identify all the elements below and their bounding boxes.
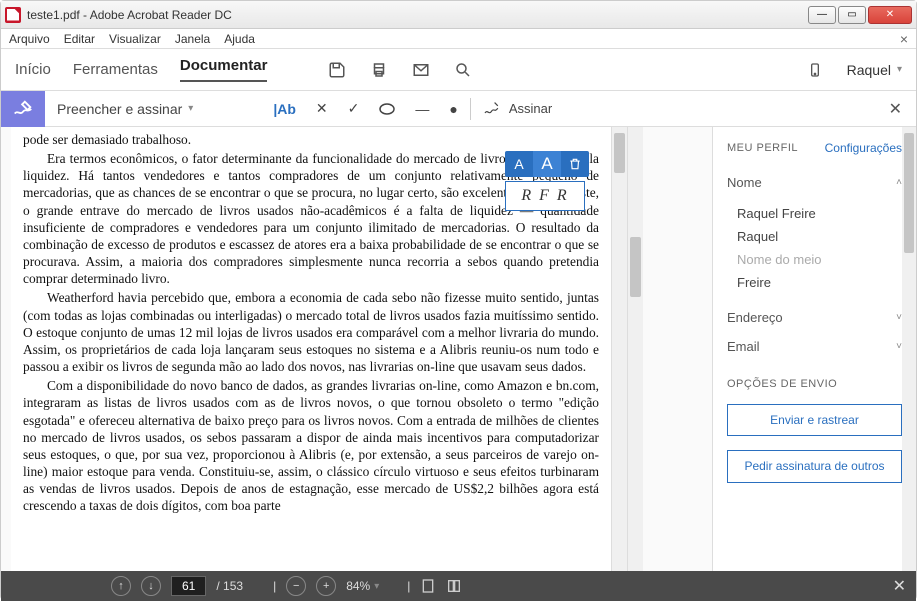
chevron-down-icon: ▾ xyxy=(188,103,193,114)
scrollbar-thumb[interactable] xyxy=(630,237,641,297)
inner-scrollbar[interactable] xyxy=(611,127,627,571)
bottom-bar: ↑ ↓ 61 / 153 | − + 84%▾ | ✕ xyxy=(1,571,916,601)
close-button[interactable]: ✕ xyxy=(868,6,912,24)
send-track-button[interactable]: Enviar e rastrear xyxy=(727,404,902,436)
app-icon xyxy=(5,7,21,23)
send-options-heading: OPÇÕES DE ENVIO xyxy=(727,378,902,390)
signature-annotation[interactable]: R F R xyxy=(505,181,585,211)
separator: | xyxy=(273,579,276,593)
sign-button[interactable]: Assinar xyxy=(483,101,552,117)
sidebar-scrollbar[interactable] xyxy=(902,127,916,571)
page-total: / 153 xyxy=(216,579,243,593)
menu-visualizar[interactable]: Visualizar xyxy=(109,32,161,46)
annotation-size-toolbar: A A xyxy=(505,151,589,177)
scrollbar-thumb[interactable] xyxy=(614,133,625,173)
page-down-button[interactable]: ↓ xyxy=(141,576,161,596)
doc-paragraph: Com a disponibilidade do novo banco de d… xyxy=(23,377,599,514)
separator: | xyxy=(407,579,410,593)
save-icon[interactable] xyxy=(327,60,347,80)
menubar-close-icon[interactable]: × xyxy=(900,31,908,47)
mail-icon[interactable] xyxy=(411,60,431,80)
scrollbar-thumb[interactable] xyxy=(904,133,914,253)
name-last[interactable]: Freire xyxy=(737,275,902,290)
dot-tool[interactable]: ● xyxy=(449,101,457,117)
doc-paragraph: Weatherford havia percebido que, embora … xyxy=(23,289,599,375)
separator xyxy=(470,98,471,120)
nav-inicio[interactable]: Início xyxy=(15,61,51,78)
menu-editar[interactable]: Editar xyxy=(64,32,95,46)
fit-width-icon[interactable] xyxy=(446,578,462,594)
chevron-down-icon: ▾ xyxy=(897,64,902,75)
name-full[interactable]: Raquel Freire xyxy=(737,206,902,221)
menu-janela[interactable]: Janela xyxy=(175,32,210,46)
close-toolbar-icon[interactable]: ✕ xyxy=(889,99,902,119)
name-section[interactable]: Nome ˄ xyxy=(727,171,902,194)
text-size-large[interactable]: A xyxy=(533,151,561,177)
text-size-small[interactable]: A xyxy=(505,151,533,177)
fill-sign-toolbar: Preencher e assinar▾ |Ab ✕ ✓ — ● Assinar… xyxy=(1,91,916,127)
config-link[interactable]: Configurações xyxy=(825,141,902,155)
nav-ferramentas[interactable]: Ferramentas xyxy=(73,61,158,78)
address-section[interactable]: Endereço ˅ xyxy=(727,306,902,329)
window-title: teste1.pdf - Adobe Acrobat Reader DC xyxy=(27,8,808,22)
close-bottombar-icon[interactable]: ✕ xyxy=(893,576,906,596)
zoom-in-button[interactable]: + xyxy=(316,576,336,596)
user-name: Raquel xyxy=(847,62,891,78)
zoom-out-button[interactable]: − xyxy=(286,576,306,596)
email-section[interactable]: Email ˅ xyxy=(727,335,902,358)
menubar: Arquivo Editar Visualizar Janela Ajuda × xyxy=(1,29,916,49)
check-tool[interactable]: ✓ xyxy=(348,100,360,117)
fill-sign-dropdown[interactable]: Preencher e assinar▾ xyxy=(57,101,193,117)
request-signature-button[interactable]: Pedir assinatura de outros xyxy=(727,450,902,482)
fit-page-icon[interactable] xyxy=(420,578,436,594)
profile-heading: MEU PERFIL xyxy=(727,142,798,154)
user-menu[interactable]: Raquel ▾ xyxy=(847,62,902,78)
page-up-button[interactable]: ↑ xyxy=(111,576,131,596)
name-middle[interactable]: Nome do meio xyxy=(737,252,902,267)
search-icon[interactable] xyxy=(453,60,473,80)
outer-scrollbar[interactable] xyxy=(627,127,643,571)
topbar: Início Ferramentas Documentar Raquel ▾ xyxy=(1,49,916,91)
titlebar: teste1.pdf - Adobe Acrobat Reader DC ― ▭… xyxy=(1,1,916,29)
menu-ajuda[interactable]: Ajuda xyxy=(224,32,255,46)
delete-annotation-icon[interactable] xyxy=(561,151,589,177)
line-tool[interactable]: — xyxy=(415,101,429,117)
nav-documentar[interactable]: Documentar xyxy=(180,57,268,82)
fill-sign-icon[interactable] xyxy=(1,91,45,127)
zoom-dropdown[interactable]: 84%▾ xyxy=(346,579,379,593)
print-icon[interactable] xyxy=(369,60,389,80)
minimize-button[interactable]: ― xyxy=(808,6,836,24)
page-number-input[interactable]: 61 xyxy=(171,576,206,596)
doc-paragraph: pode ser demasiado trabalhoso. xyxy=(23,131,599,148)
maximize-button[interactable]: ▭ xyxy=(838,6,866,24)
menu-arquivo[interactable]: Arquivo xyxy=(9,32,50,46)
name-first[interactable]: Raquel xyxy=(737,229,902,244)
mobile-icon[interactable] xyxy=(805,60,825,80)
sidebar: MEU PERFIL Configurações Nome ˄ Raquel F… xyxy=(712,127,916,571)
chevron-down-icon: ▾ xyxy=(374,581,379,592)
text-tool[interactable]: |Ab xyxy=(273,101,296,117)
circle-tool[interactable] xyxy=(379,103,395,115)
document-area: pode ser demasiado trabalhoso. Era termo… xyxy=(1,127,712,571)
x-mark-tool[interactable]: ✕ xyxy=(316,100,328,117)
